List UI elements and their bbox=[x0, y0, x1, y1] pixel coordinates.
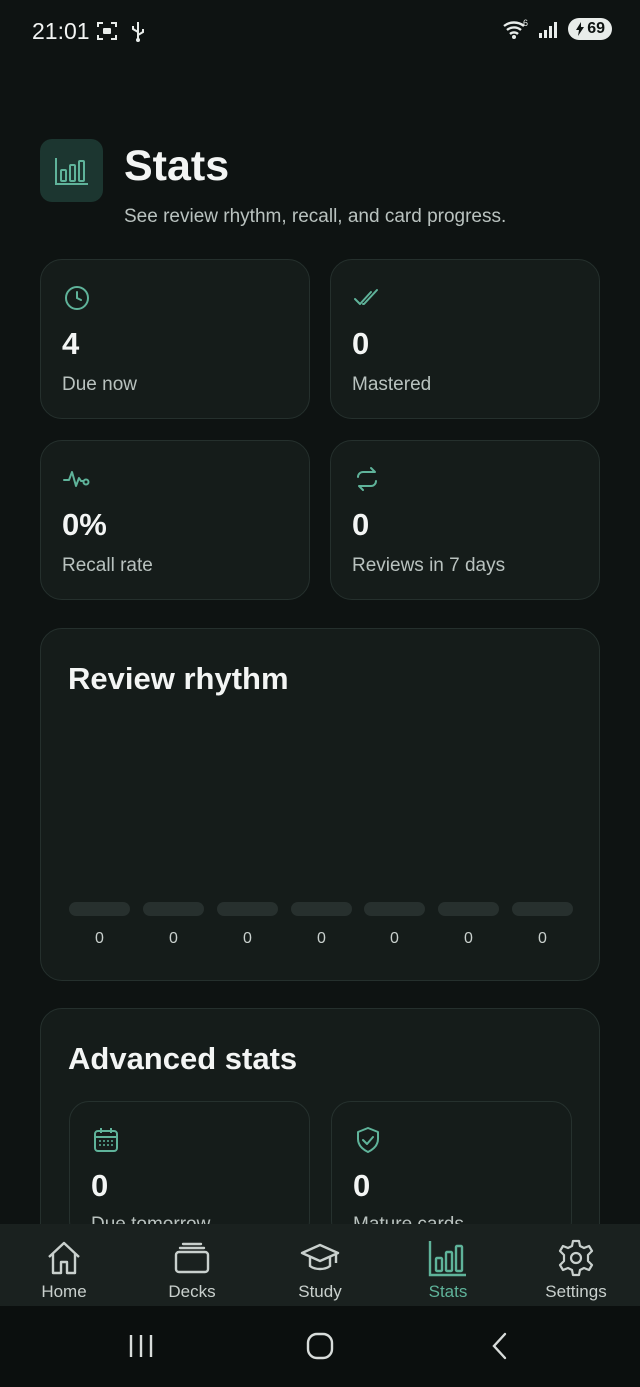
page-title: Stats bbox=[124, 142, 230, 190]
stat-value: 0 bbox=[352, 507, 370, 542]
bottom-nav: Home Decks Study Stats Settings bbox=[0, 1224, 640, 1306]
rhythm-value: 0 bbox=[464, 930, 473, 947]
repeat-icon bbox=[357, 467, 377, 491]
rhythm-bar bbox=[512, 902, 573, 916]
graduation-cap-icon bbox=[300, 1238, 340, 1278]
nav-label: Study bbox=[298, 1282, 342, 1301]
adv-card-due-tomorrow[interactable]: 0 Due tomorrow bbox=[69, 1101, 310, 1241]
stat-value: 4 bbox=[62, 326, 80, 361]
charging-icon bbox=[576, 22, 585, 36]
clock-icon bbox=[65, 286, 89, 310]
home-system-button[interactable] bbox=[295, 1326, 345, 1366]
adv-value: 0 bbox=[353, 1168, 371, 1203]
bar-chart-icon bbox=[428, 1238, 468, 1278]
bar-chart-icon bbox=[54, 157, 88, 185]
adv-value: 0 bbox=[91, 1168, 109, 1203]
home-circle-icon bbox=[306, 1332, 334, 1360]
stat-card-reviews-7-days[interactable]: 0 Reviews in 7 days bbox=[330, 440, 600, 600]
recent-apps-icon bbox=[129, 1335, 153, 1357]
section-title-advanced-stats: Advanced stats bbox=[68, 1041, 298, 1076]
status-bar: 21:01 6 69 bbox=[0, 0, 640, 64]
screenshot-icon bbox=[97, 22, 117, 40]
stats-header-icon bbox=[40, 139, 103, 202]
svg-text:6: 6 bbox=[523, 18, 528, 28]
stat-label: Reviews in 7 days bbox=[352, 555, 506, 576]
stat-card-recall-rate[interactable]: 0% Recall rate bbox=[40, 440, 310, 600]
nav-label: Decks bbox=[168, 1282, 216, 1301]
battery-level: 69 bbox=[587, 20, 605, 37]
home-icon bbox=[44, 1238, 84, 1278]
rhythm-value: 0 bbox=[538, 930, 547, 947]
system-nav-bar bbox=[0, 1306, 640, 1387]
back-button[interactable] bbox=[475, 1326, 525, 1366]
stat-value: 0 bbox=[352, 326, 370, 361]
nav-label: Home bbox=[41, 1282, 87, 1301]
battery-indicator: 69 bbox=[568, 18, 612, 40]
nav-settings[interactable]: Settings bbox=[512, 1224, 640, 1306]
section-title-review-rhythm: Review rhythm bbox=[68, 661, 289, 696]
nav-label: Stats bbox=[428, 1282, 468, 1301]
rhythm-bar bbox=[291, 902, 352, 916]
adv-card-mature-cards[interactable]: 0 Mature cards bbox=[331, 1101, 572, 1241]
status-time: 21:01 bbox=[32, 18, 90, 44]
calendar-icon bbox=[94, 1128, 118, 1152]
nav-decks[interactable]: Decks bbox=[128, 1224, 256, 1306]
rhythm-bar bbox=[438, 902, 499, 916]
nav-study[interactable]: Study bbox=[256, 1224, 384, 1306]
activity-icon bbox=[63, 471, 90, 487]
rhythm-value: 0 bbox=[317, 930, 326, 947]
rhythm-value: 0 bbox=[169, 930, 178, 947]
stat-label: Due now bbox=[62, 374, 137, 395]
signal-icon bbox=[539, 22, 558, 38]
rhythm-bar bbox=[143, 902, 204, 916]
rhythm-bar bbox=[364, 902, 425, 916]
stat-label: Recall rate bbox=[62, 555, 153, 576]
stat-label: Mastered bbox=[352, 374, 432, 395]
nav-label: Settings bbox=[545, 1282, 607, 1301]
usb-icon bbox=[132, 22, 144, 42]
rhythm-bar bbox=[69, 902, 130, 916]
back-icon bbox=[492, 1332, 507, 1360]
page-subtitle: See review rhythm, recall, and card prog… bbox=[124, 206, 507, 227]
double-check-icon bbox=[354, 289, 378, 305]
rhythm-bar bbox=[217, 902, 278, 916]
stat-card-mastered[interactable]: 0 Mastered bbox=[330, 259, 600, 419]
gear-icon bbox=[556, 1238, 596, 1278]
rhythm-value: 0 bbox=[390, 930, 399, 947]
rhythm-value: 0 bbox=[243, 930, 252, 947]
rhythm-value: 0 bbox=[95, 930, 104, 947]
recent-apps-button[interactable] bbox=[116, 1326, 166, 1366]
nav-stats[interactable]: Stats bbox=[384, 1224, 512, 1306]
review-rhythm-card: Review rhythm 0 0 0 0 0 0 0 bbox=[40, 628, 600, 981]
stat-card-due-now[interactable]: 4 Due now bbox=[40, 259, 310, 419]
shield-check-icon bbox=[357, 1127, 379, 1153]
wifi-icon: 6 bbox=[503, 18, 528, 39]
stat-value: 0% bbox=[62, 507, 107, 542]
decks-icon bbox=[172, 1238, 212, 1278]
nav-home[interactable]: Home bbox=[0, 1224, 128, 1306]
